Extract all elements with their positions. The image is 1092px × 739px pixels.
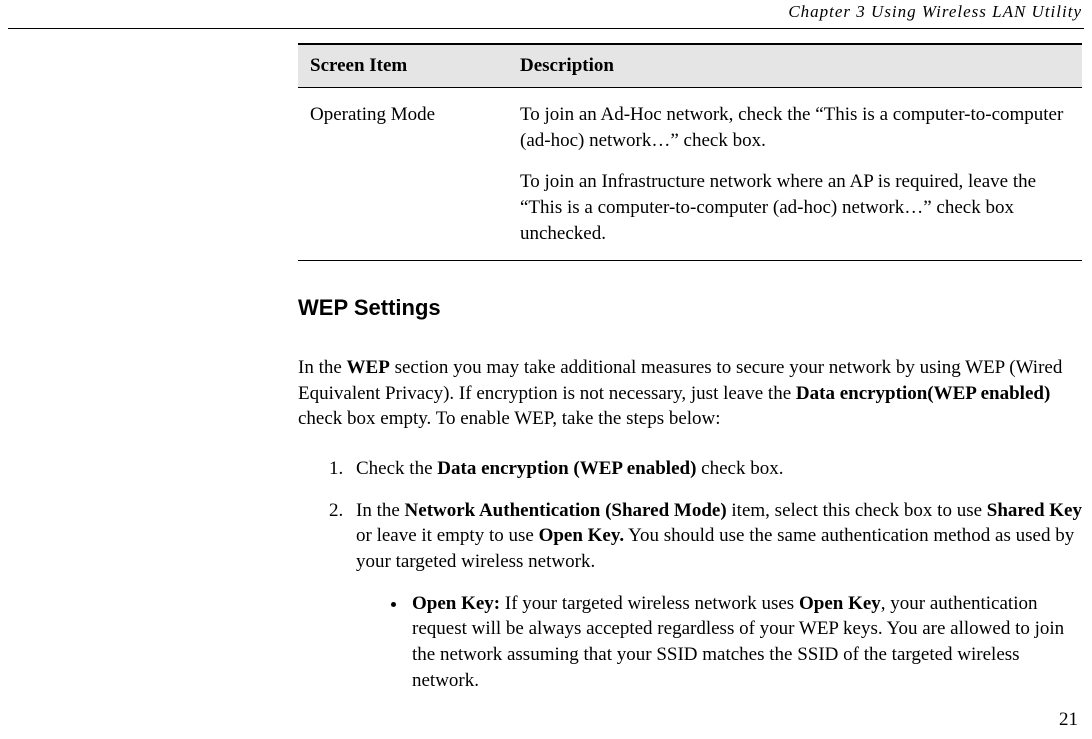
- intro-paragraph: In the WEP section you may take addition…: [298, 355, 1082, 432]
- sub-bullet-list: Open Key: If your targeted wireless netw…: [356, 591, 1082, 694]
- step-item: Check the Data encryption (WEP enabled) …: [348, 456, 1082, 482]
- screen-item-table: Screen Item Description Operating Mode T…: [298, 43, 1082, 261]
- table-cell-item: Operating Mode: [298, 88, 508, 261]
- steps-list: Check the Data encryption (WEP enabled) …: [298, 456, 1082, 693]
- text: or leave it empty to use: [356, 525, 539, 546]
- text: In the: [356, 500, 405, 521]
- table-header-row: Screen Item Description: [298, 44, 1082, 88]
- table-desc-para: To join an Ad-Hoc network, check the “Th…: [520, 102, 1074, 153]
- content-area: Screen Item Description Operating Mode T…: [298, 43, 1082, 709]
- bold-text: Data encryption(WEP enabled): [796, 383, 1050, 404]
- table-header-description: Description: [508, 44, 1082, 88]
- bold-text: Open Key.: [539, 525, 625, 546]
- section-heading-wep: WEP Settings: [298, 295, 1082, 321]
- bold-text: Network Authentication (Shared Mode): [405, 500, 727, 521]
- text: check box empty. To enable WEP, take the…: [298, 408, 721, 429]
- text: check box.: [696, 458, 783, 479]
- page-header: Chapter 3 Using Wireless LAN Utility: [788, 2, 1082, 22]
- header-rule: [8, 28, 1084, 29]
- text: If your targeted wireless network uses: [500, 593, 799, 614]
- bold-text: Open Key: [799, 593, 881, 614]
- bold-text: Data encryption (WEP enabled): [437, 458, 696, 479]
- table-cell-description: To join an Ad-Hoc network, check the “Th…: [508, 88, 1082, 261]
- table-row: Operating Mode To join an Ad-Hoc network…: [298, 88, 1082, 261]
- bold-text: Open Key:: [412, 593, 500, 614]
- step-item: In the Network Authentication (Shared Mo…: [348, 498, 1082, 693]
- page-number: 21: [1059, 709, 1078, 731]
- text: item, select this check box to use: [727, 500, 987, 521]
- bold-text: Shared Key: [987, 500, 1082, 521]
- bullet-item: Open Key: If your targeted wireless netw…: [408, 591, 1082, 694]
- text: In the: [298, 357, 347, 378]
- table-header-item: Screen Item: [298, 44, 508, 88]
- table-desc-para: To join an Infrastructure network where …: [520, 169, 1074, 246]
- text: Check the: [356, 458, 437, 479]
- bold-text: WEP: [347, 357, 390, 378]
